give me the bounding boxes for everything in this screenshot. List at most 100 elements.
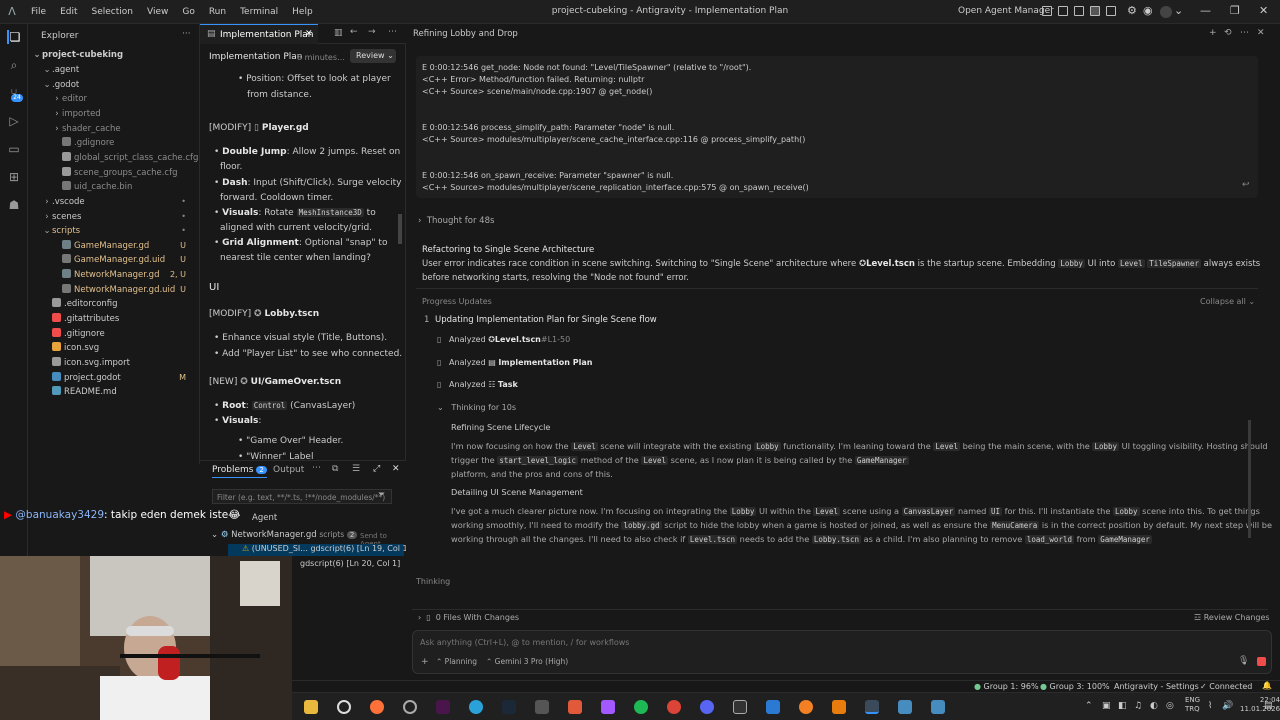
tree-item[interactable]: › editor (28, 92, 200, 106)
blender-taskbar-icon[interactable] (832, 700, 846, 714)
problem-row[interactable]: gdscript(6) [Ln 20, Col 1] (300, 559, 400, 568)
tree-item[interactable]: › .vscode • (28, 195, 200, 209)
maximize-panel-icon[interactable]: ⤢ (373, 464, 380, 474)
file-link-gameover[interactable]: UI/GameOver.tscn (251, 377, 341, 387)
tray-app-icon[interactable]: ◎ (1166, 701, 1174, 711)
tree-item[interactable]: project.godot M (28, 371, 200, 385)
remote-explorer-icon[interactable]: ▭ (7, 142, 21, 156)
app-taskbar-icon[interactable] (799, 700, 813, 714)
run-debug-icon[interactable]: ▷ (7, 114, 21, 128)
clock-taskbar-icon[interactable] (337, 700, 351, 714)
tray-app-icon[interactable]: ♫ (1134, 701, 1142, 711)
layout-bottom-icon[interactable] (1074, 6, 1084, 16)
tree-item[interactable]: .gitignore (28, 327, 200, 341)
problem-row[interactable]: ⚠ (UNUSED_SI... gdscript(6) [Ln 19, Col … (228, 544, 411, 556)
file-explorer-taskbar-icon[interactable] (304, 700, 318, 714)
analyzed-row[interactable]: ▯ Analyzed ☷ Task (437, 380, 518, 389)
more-actions-icon[interactable]: ⋯ (1240, 28, 1249, 38)
antigravity-taskbar-icon[interactable] (865, 700, 879, 714)
close-panel-icon[interactable]: ✕ (1257, 28, 1265, 38)
tree-item[interactable]: › imported (28, 107, 200, 121)
account-icon[interactable]: ◉ (1143, 4, 1153, 17)
spotify-taskbar-icon[interactable] (634, 700, 648, 714)
wifi-icon[interactable]: ⌇ (1208, 701, 1212, 711)
menu-terminal[interactable]: Terminal (233, 7, 285, 17)
microphone-icon[interactable]: 🎙 (1238, 656, 1249, 666)
tray-app-icon[interactable]: ◐ (1150, 701, 1158, 711)
review-changes-button[interactable]: ☲ Review Changes (1194, 613, 1270, 622)
tab-problems[interactable]: Problems 2 (212, 465, 267, 478)
files-with-changes[interactable]: › ▯ 0 Files With Changes (418, 613, 519, 622)
more-actions-icon[interactable]: ⋯ (388, 27, 397, 37)
problems-filter-input[interactable]: Filter (e.g. text, **/*.ts, !**/node_mod… (212, 489, 392, 504)
customize-layout-icon[interactable] (1106, 6, 1116, 16)
tree-item[interactable]: ⌄.godot (28, 78, 200, 92)
thought-toggle[interactable]: › Thought for 48s (418, 216, 494, 226)
file-link-lobby[interactable]: Lobby.tscn (264, 309, 319, 319)
steam-taskbar-icon[interactable] (502, 700, 516, 714)
tree-item[interactable]: icon.svg.import (28, 356, 200, 370)
tab-output[interactable]: Output (273, 465, 304, 475)
thinking-toggle[interactable]: ⌄ Thinking for 10s (437, 403, 516, 412)
app-taskbar-icon[interactable] (568, 700, 582, 714)
planning-mode-button[interactable]: ⌃ Planning (436, 657, 477, 666)
vscode-taskbar-icon[interactable] (766, 700, 780, 714)
split-editor-icon[interactable]: ▥ (334, 28, 343, 38)
explorer-icon[interactable]: ❏ (7, 30, 21, 44)
extensions-icon[interactable]: ⊞ (7, 170, 21, 184)
tree-item[interactable]: scene_groups_cache.cfg (28, 166, 200, 180)
firefox-taskbar-icon[interactable] (370, 700, 384, 714)
godot-taskbar-icon[interactable] (898, 700, 912, 714)
more-actions-icon[interactable]: ··· (182, 29, 191, 39)
tray-chevron-icon[interactable]: ⌃ (1085, 701, 1093, 711)
menu-go[interactable]: Go (175, 7, 201, 17)
tree-item[interactable]: ⌄.agent (28, 63, 200, 77)
menu-edit[interactable]: Edit (53, 7, 84, 17)
more-actions-icon[interactable]: ⋯ (312, 463, 321, 473)
model-selector[interactable]: ⌃ Gemini 3 Pro (High) (486, 657, 568, 666)
status-connected[interactable]: ✓ Connected (1200, 682, 1252, 691)
app-taskbar-icon[interactable] (535, 700, 549, 714)
review-button[interactable]: Review ⌄ (350, 49, 396, 63)
layout-sidebar-icon[interactable] (1058, 6, 1068, 16)
figma-taskbar-icon[interactable] (601, 700, 615, 714)
chat-input-box[interactable] (412, 630, 1272, 674)
tray-app-icon[interactable]: ◧ (1118, 701, 1127, 711)
avatar[interactable] (1160, 6, 1172, 18)
menu-help[interactable]: Help (285, 7, 320, 17)
slack-taskbar-icon[interactable] (436, 700, 450, 714)
chevron-down-icon[interactable]: ⌄ (1174, 4, 1183, 17)
scrollbar[interactable] (398, 214, 402, 244)
file-link-level[interactable]: Level.tscn (866, 259, 915, 269)
undo-icon[interactable]: ↩ (1242, 180, 1250, 190)
back-icon[interactable]: ← (350, 27, 358, 37)
restore-icon[interactable]: ❐ (1230, 4, 1240, 17)
filter-icon[interactable]: ☰ (352, 464, 360, 474)
status-group1[interactable]: ● Group 1: 96% (974, 682, 1039, 691)
system-clock[interactable]: 22:04 11.01.2026 (1240, 696, 1280, 714)
problem-file-row[interactable]: ⌄ ⚙ NetworkManager.gd scripts 2 (211, 530, 358, 540)
stop-button[interactable] (1257, 657, 1266, 666)
tree-item[interactable]: global_script_class_cache.cfg (28, 151, 200, 165)
menu-run[interactable]: Run (202, 7, 233, 17)
tree-item[interactable]: › scenes • (28, 210, 200, 224)
analyzed-row[interactable]: ▯ Analyzed ▤ Implementation Plan (437, 358, 592, 367)
discord-taskbar-icon[interactable] (700, 700, 714, 714)
keyboard-language[interactable]: ENG TRQ (1185, 696, 1200, 714)
collapse-icon[interactable]: ⧉ (332, 464, 338, 474)
godot-icon[interactable]: ☗ (7, 198, 21, 212)
menu-view[interactable]: View (140, 7, 175, 17)
close-window-icon[interactable]: ✕ (1259, 4, 1268, 17)
settings-gear-icon[interactable]: ⚙ (1127, 4, 1137, 17)
search-icon[interactable]: ⌕ (7, 58, 21, 72)
bell-icon[interactable]: 🔔 (1262, 681, 1272, 690)
tree-item[interactable]: .gitattributes (28, 312, 200, 326)
tree-item[interactable]: NetworkManager.gd.uid U (28, 283, 200, 297)
tray-app-icon[interactable]: ▣ (1102, 701, 1111, 711)
tree-item[interactable]: .gdignore (28, 136, 200, 150)
tree-item[interactable]: NetworkManager.gd 2, U (28, 268, 200, 282)
menu-selection[interactable]: Selection (85, 7, 140, 17)
layout-right-icon[interactable] (1090, 6, 1100, 16)
history-icon[interactable]: ⟲ (1224, 28, 1232, 38)
close-tab-icon[interactable]: ✕ (305, 29, 313, 39)
